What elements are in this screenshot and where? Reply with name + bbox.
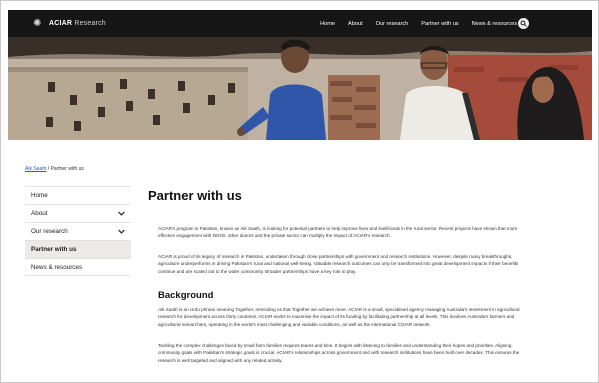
sidebar-item-home[interactable]: Home (25, 186, 131, 204)
sidebar-item-label: Home (31, 192, 48, 199)
logo-mark-icon: ✺ (33, 17, 42, 29)
sidebar-nav: Home About Our research Partner with us … (25, 186, 131, 276)
nav-about[interactable]: About (348, 21, 363, 27)
nav-home[interactable]: Home (320, 21, 335, 27)
top-nav-bar: ✺ ACIAR Research Home About Our research… (8, 10, 592, 37)
background-paragraph-text: is an Urdu phrase meaning Together, remi… (158, 307, 520, 327)
search-icon (520, 20, 527, 27)
hero-image (8, 37, 592, 140)
breadcrumb-current: Partner with us (50, 166, 84, 172)
breadcrumb-link-aik-saath[interactable]: Aik Saath (25, 166, 46, 172)
sidebar-item-label: About (31, 210, 48, 217)
logo-light-text: Research (74, 20, 106, 27)
sidebar-item-label: Our research (31, 228, 68, 235)
sidebar-item-label: Partner with us (31, 246, 77, 253)
logo-bold-text: ACIAR (49, 20, 73, 27)
nav-news-resources[interactable]: News & resources (472, 21, 517, 27)
aik-saath-term: Aik Saath (158, 307, 178, 312)
intro-paragraph: ACIAR's program in Pakistan, known as Ai… (158, 226, 518, 239)
search-button[interactable] (518, 18, 529, 29)
chevron-down-icon[interactable] (118, 211, 125, 216)
nav-our-research[interactable]: Our research (376, 21, 409, 27)
site-logo[interactable]: ✺ ACIAR Research (33, 17, 106, 29)
sidebar-item-about[interactable]: About (25, 204, 131, 222)
sidebar-item-news-resources[interactable]: News & resources (25, 258, 131, 276)
background-paragraph: Aik Saath is an Urdu phrase meaning Toge… (158, 306, 526, 328)
breadcrumb: Aik Saath / Partner with us (25, 166, 84, 172)
page-title: Partner with us (148, 188, 242, 203)
background-heading: Background (158, 290, 214, 301)
chevron-down-icon[interactable] (118, 229, 125, 234)
sidebar-item-partner-with-us[interactable]: Partner with us (25, 240, 131, 258)
main-nav: Home About Our research Partner with us … (307, 10, 517, 37)
challenges-paragraph: Tackling the complex challenges faced by… (158, 343, 520, 363)
nav-partner-with-us[interactable]: Partner with us (421, 21, 458, 27)
legacy-paragraph: ACIAR is proud of its legacy of research… (158, 254, 519, 274)
sidebar-item-our-research[interactable]: Our research (25, 222, 131, 240)
sidebar-item-label: News & resources (31, 263, 83, 271)
